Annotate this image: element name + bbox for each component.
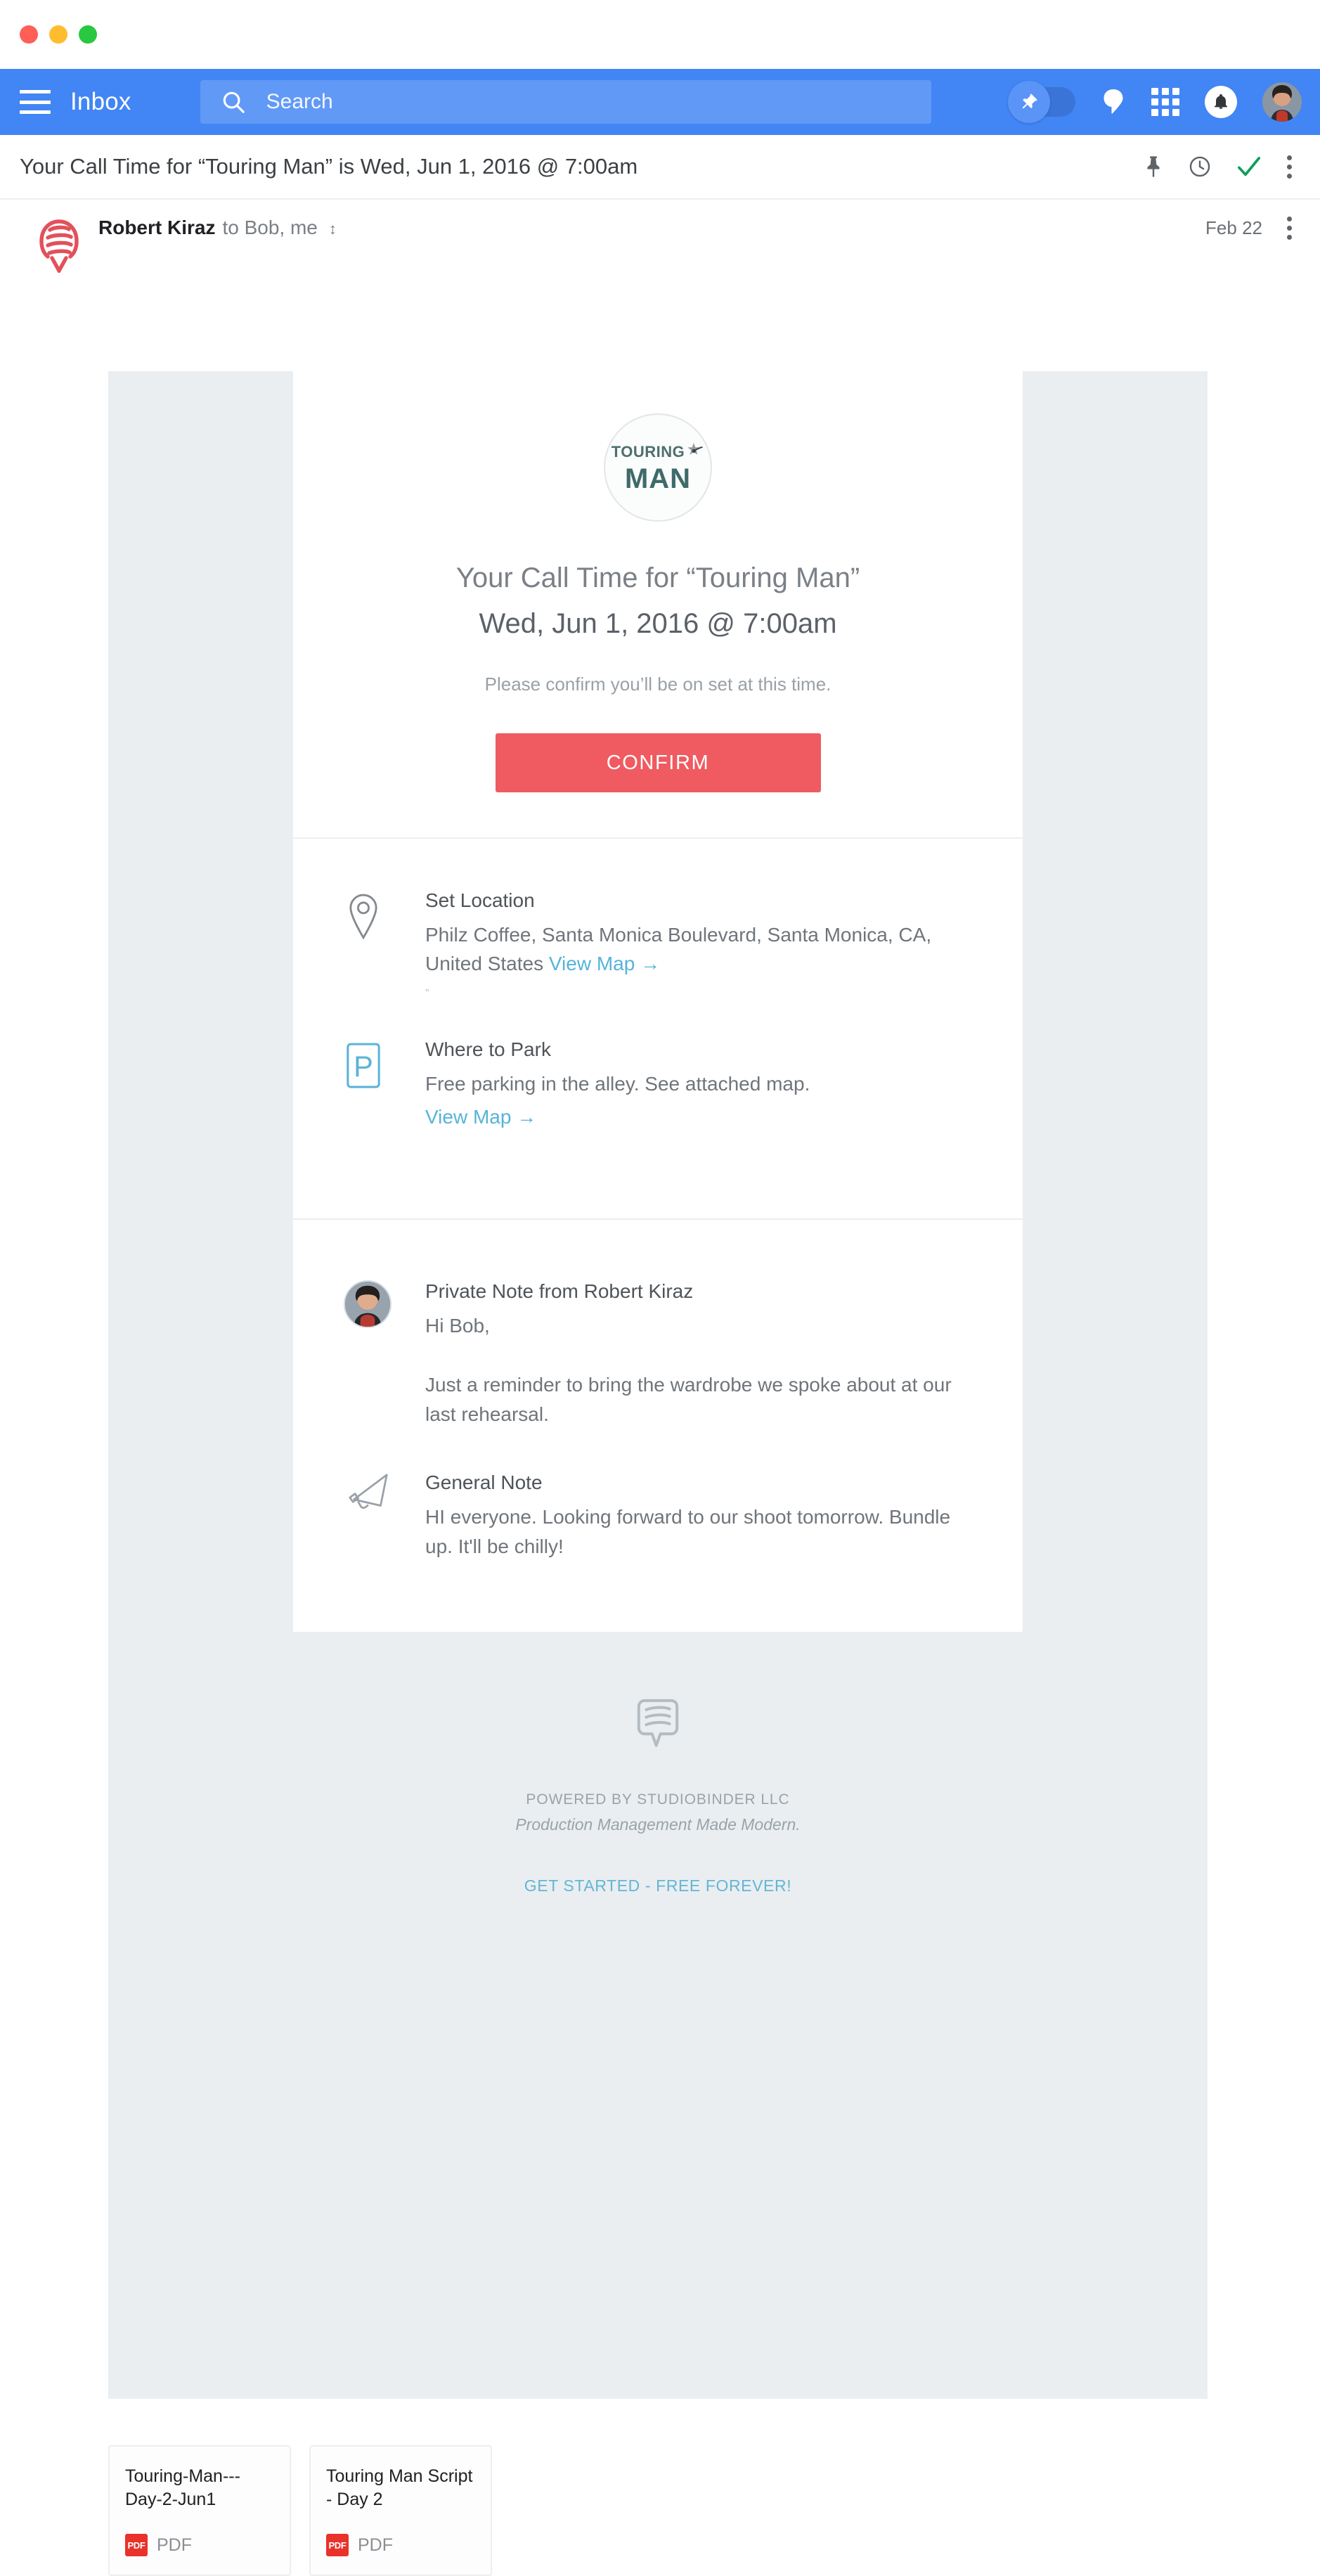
attachment-filetype: PDF	[157, 2535, 192, 2555]
zoom-window-button[interactable]	[79, 25, 97, 44]
attachment-item[interactable]: Touring-Man---Day-2-Jun1 PDF PDF	[108, 2445, 291, 2576]
sender-name: Robert Kiraz	[98, 217, 216, 238]
attachment-filetype: PDF	[358, 2535, 393, 2555]
call-time-subtitle: Please confirm you’ll be on set at this …	[484, 674, 832, 695]
hangouts-icon[interactable]	[1101, 88, 1126, 116]
set-location-title: Set Location	[425, 889, 535, 911]
more-options-kebab-icon[interactable]	[1286, 155, 1292, 179]
attachment-item[interactable]: Touring Man Script - Day 2 PDF PDF	[309, 2445, 492, 2576]
logistics-section: Set Location Philz Coffee, Santa Monica …	[293, 839, 1023, 1173]
touring-man-logo: TOURING MAN	[604, 413, 712, 522]
user-avatar[interactable]	[1262, 82, 1302, 122]
logo-line-2: MAN	[624, 463, 692, 494]
map-pin-icon	[344, 889, 425, 1000]
apps-grid-icon[interactable]	[1151, 88, 1179, 116]
private-note-greeting: Hi Bob,	[425, 1314, 490, 1337]
general-note-row: General Note HI everyone. Looking forwar…	[293, 1471, 1023, 1561]
footer-powered-by: POWERED BY STUDIOBINDER LLC	[526, 1791, 790, 1808]
pin-icon	[1008, 81, 1050, 123]
page-title: Your Call Time for “Touring Man” is Wed,…	[20, 154, 638, 179]
guitar-star-icon	[686, 442, 704, 462]
subject-actions	[1143, 155, 1292, 179]
where-to-park-row: P Where to Park Free parking in the alle…	[293, 1038, 1023, 1128]
attachments-list: Touring-Man---Day-2-Jun1 PDF PDF Touring…	[0, 2399, 1320, 2576]
pin-icon[interactable]	[1143, 155, 1164, 179]
parking-p-icon: P	[344, 1038, 425, 1128]
snooze-clock-icon[interactable]	[1188, 155, 1212, 179]
stray-quote-mark: ”	[425, 988, 429, 1000]
done-check-icon[interactable]	[1236, 155, 1262, 179]
note-author-avatar	[344, 1280, 425, 1429]
search-icon	[220, 89, 247, 115]
app-header-actions	[1008, 81, 1302, 123]
message-container: Robert Kiraz to Bob, me ↕ Feb 22 TOURING	[0, 200, 1320, 2399]
hamburger-menu-icon[interactable]	[20, 90, 51, 114]
message-header-right: Feb 22	[1205, 217, 1292, 240]
window-title-bar	[0, 0, 1320, 69]
recipients-label: to Bob, me	[222, 217, 318, 238]
email-footer: POWERED BY STUDIOBINDER LLC Production M…	[108, 1632, 1208, 1980]
subject-bar: Your Call Time for “Touring Man” is Wed,…	[0, 135, 1320, 200]
megaphone-icon	[344, 1471, 425, 1561]
where-to-park-title: Where to Park	[425, 1038, 551, 1061]
minimize-window-button[interactable]	[49, 25, 67, 44]
private-note-row: Private Note from Robert Kiraz Hi Bob, J…	[293, 1280, 1023, 1429]
email-hero-section: TOURING MAN Your Call Time for “Touring …	[293, 371, 1023, 792]
studiobinder-speech-bubble-outline-icon	[633, 1699, 682, 1754]
expand-details-caret-icon[interactable]: ↕	[329, 221, 337, 237]
call-time-title: Your Call Time for “Touring Man”	[455, 562, 860, 593]
general-note-title: General Note	[425, 1471, 543, 1493]
search-input[interactable]: Search	[200, 80, 931, 124]
notifications-bell-icon[interactable]	[1205, 86, 1237, 118]
email-body-canvas: TOURING MAN Your Call Time for “Touring …	[108, 371, 1208, 2399]
message-date: Feb 22	[1205, 217, 1262, 238]
pdf-file-icon: PDF	[326, 2534, 349, 2556]
attachment-type-row: PDF PDF	[125, 2534, 274, 2556]
general-note-body: HI everyone. Looking forward to our shoo…	[425, 1505, 951, 1557]
app-header-bar: Inbox Search	[0, 69, 1320, 135]
logo-line-1: TOURING	[611, 443, 685, 461]
set-location-row: Set Location Philz Coffee, Santa Monica …	[293, 889, 1023, 1000]
pin-toggle[interactable]	[1008, 81, 1075, 123]
email-card: TOURING MAN Your Call Time for “Touring …	[293, 371, 1023, 1632]
private-note-title: Private Note from Robert Kiraz	[425, 1280, 694, 1302]
inbox-title: Inbox	[70, 88, 131, 115]
pdf-file-icon: PDF	[125, 2534, 148, 2556]
more-options-kebab-icon[interactable]	[1286, 217, 1292, 240]
attachment-filename: Touring-Man---Day-2-Jun1	[125, 2466, 240, 2509]
parking-view-map-link[interactable]: View Map →	[425, 1106, 972, 1128]
set-location-view-map-link[interactable]: View Map →	[549, 953, 660, 974]
footer-get-started-link[interactable]: GET STARTED - FREE FOREVER!	[524, 1876, 791, 1895]
set-location-address-text: Philz Coffee, Santa Monica Boulevard, Sa…	[425, 924, 932, 974]
message-header: Robert Kiraz to Bob, me ↕ Feb 22	[0, 217, 1320, 273]
private-note-body: Just a reminder to bring the wardrobe we…	[425, 1373, 952, 1425]
footer-tagline: Production Management Made Modern.	[515, 1815, 801, 1834]
set-location-address: Philz Coffee, Santa Monica Boulevard, Sa…	[425, 921, 972, 978]
notes-section: Private Note from Robert Kiraz Hi Bob, J…	[293, 1220, 1023, 1632]
studiobinder-speech-bubble-icon	[20, 217, 98, 273]
message-sender-line: Robert Kiraz to Bob, me ↕	[98, 217, 337, 239]
where-to-park-text: Free parking in the alley. See attached …	[425, 1073, 810, 1095]
confirm-button[interactable]: CONFIRM	[495, 733, 821, 792]
svg-text:P: P	[354, 1050, 373, 1083]
search-placeholder-text: Search	[266, 90, 333, 113]
attachment-filename: Touring Man Script - Day 2	[326, 2466, 473, 2509]
close-window-button[interactable]	[20, 25, 38, 44]
call-time-date: Wed, Jun 1, 2016 @ 7:00am	[479, 608, 837, 639]
attachment-type-row: PDF PDF	[326, 2534, 475, 2556]
